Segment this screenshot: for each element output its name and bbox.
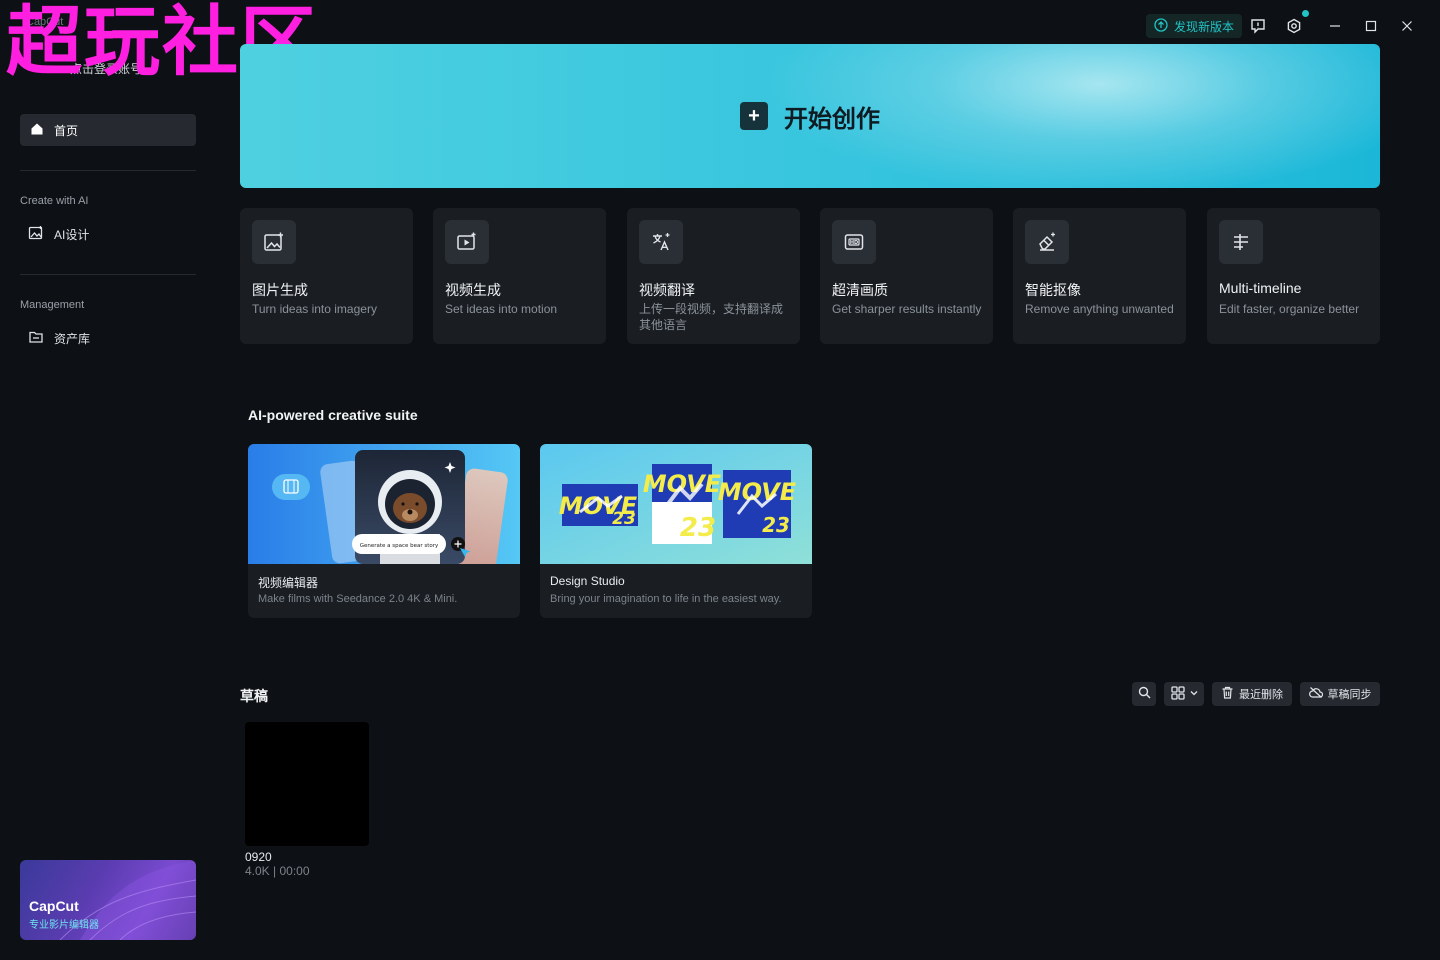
divider <box>20 170 196 171</box>
notification-dot <box>1302 10 1309 17</box>
sidebar-item-label: 首页 <box>54 123 79 138</box>
video-editor-thumbnail: Generate a space bear story <box>248 444 520 564</box>
divider <box>20 274 196 275</box>
poster-number: 23 <box>680 513 716 543</box>
suite-card-title: 视频编辑器 <box>258 576 319 590</box>
suite-card-video-editor[interactable]: Generate a space bear story 视频编辑器 Make f… <box>248 444 520 618</box>
recent-delete-label: 最近删除 <box>1239 689 1283 701</box>
poster-number: 23 <box>762 513 790 537</box>
draft-meta: 4.0K | 00:00 <box>245 864 310 878</box>
drafts-title: 草稿 <box>240 688 268 704</box>
draft-sync-label: 草稿同步 <box>1327 689 1372 701</box>
feature-subtitle: Get sharper results instantly <box>832 302 982 316</box>
feature-card-video-translate[interactable]: 视频翻译 上传一段视频，支持翻译成其他语言 <box>627 208 800 344</box>
promo-title: CapCut <box>29 898 79 914</box>
sidebar: 首页 Create with AI AI设计 Management 资产库 Ca… <box>0 52 216 960</box>
feature-subtitle: Edit faster, organize better <box>1219 302 1360 316</box>
view-toggle-button[interactable] <box>1164 682 1204 706</box>
feature-subtitle: 上传一段视频，支持翻译成其他语言 <box>639 302 784 332</box>
plus-icon: + <box>740 102 768 130</box>
image-ai-icon <box>252 220 296 264</box>
video-ai-icon <box>445 220 489 264</box>
feature-title: 视频生成 <box>445 282 501 298</box>
feature-subtitle: Set ideas into motion <box>445 302 558 316</box>
sidebar-item-ai-design[interactable]: AI设计 <box>20 219 196 249</box>
promo-subtitle: 专业影片编辑器 <box>29 920 99 931</box>
suite-card-title: Design Studio <box>550 574 625 588</box>
grid-icon <box>1170 685 1185 703</box>
suite-section-title: AI-powered creative suite <box>248 407 418 423</box>
feature-title: 视频翻译 <box>639 282 695 298</box>
feedback-icon[interactable] <box>1248 16 1268 36</box>
feature-card-video-gen[interactable]: 视频生成 Set ideas into motion <box>433 208 606 344</box>
promo-banner[interactable]: CapCut 专业影片编辑器 <box>20 860 196 940</box>
sidebar-item-label: AI设计 <box>54 227 90 242</box>
eraser-icon <box>1025 220 1069 264</box>
maximize-icon[interactable] <box>1361 16 1381 36</box>
design-studio-thumbnail: MOVE 23 MOVE 23 MOVE 23 <box>540 444 812 564</box>
sidebar-item-label: 资产库 <box>54 331 91 346</box>
poster-text: MOVE <box>643 470 722 498</box>
suite-card-design-studio[interactable]: MOVE 23 MOVE 23 MOVE 23 Design Studio Br… <box>540 444 812 618</box>
feature-subtitle: Remove anything unwanted <box>1025 302 1174 316</box>
start-creating-banner[interactable]: + 开始创作 <box>240 44 1380 188</box>
feature-title: 图片生成 <box>252 282 308 298</box>
chevron-down-icon <box>1190 688 1198 700</box>
feature-card-hd[interactable]: HD 超清画质 Get sharper results instantly <box>820 208 993 344</box>
draft-name: 0920 <box>245 850 272 864</box>
prompt-text: Generate a space bear story <box>360 543 439 549</box>
ai-image-icon <box>28 225 44 244</box>
section-label-ai: Create with AI <box>20 195 89 207</box>
poster-number: 23 <box>612 509 636 529</box>
feature-card-multi-timeline[interactable]: Multi-timeline Edit faster, organize bet… <box>1207 208 1380 344</box>
svg-text:HD: HD <box>850 240 858 246</box>
draft-sync-button[interactable]: 草稿同步 <box>1300 682 1380 706</box>
home-icon <box>30 122 44 139</box>
feature-card-image-gen[interactable]: 图片生成 Turn ideas into imagery <box>240 208 413 344</box>
feature-title: 智能抠像 <box>1025 282 1081 298</box>
trash-icon <box>1221 686 1234 702</box>
close-icon[interactable] <box>1397 16 1417 36</box>
cloud-off-icon <box>1308 686 1323 702</box>
suite-card-subtitle: Bring your imagination to life in the ea… <box>550 593 782 605</box>
suite-card-subtitle: Make films with Seedance 2.0 4K & Mini. <box>258 593 458 605</box>
draft-thumbnail[interactable] <box>245 722 369 846</box>
recent-delete-button[interactable]: 最近删除 <box>1212 682 1292 706</box>
feature-title: Multi-timeline <box>1219 280 1302 296</box>
search-button[interactable] <box>1132 682 1156 706</box>
minimize-icon[interactable] <box>1325 16 1345 36</box>
feature-title: 超清画质 <box>832 282 888 298</box>
sidebar-item-assets[interactable]: 资产库 <box>20 323 196 353</box>
hd-icon: HD <box>832 220 876 264</box>
timeline-icon <box>1219 220 1263 264</box>
upload-circle-icon <box>1154 17 1168 35</box>
feature-subtitle: Turn ideas into imagery <box>252 302 377 316</box>
folder-icon <box>28 329 44 348</box>
app-brand: CapCut <box>26 16 64 28</box>
search-icon <box>1138 686 1151 702</box>
translate-icon <box>639 220 683 264</box>
hero-title: 开始创作 <box>784 105 880 133</box>
section-label-management: Management <box>20 299 85 311</box>
update-label: 发现新版本 <box>1174 19 1235 34</box>
settings-icon[interactable] <box>1284 16 1304 36</box>
update-button[interactable]: 发现新版本 <box>1146 14 1243 38</box>
sidebar-item-home[interactable]: 首页 <box>20 114 196 146</box>
feature-card-cutout[interactable]: 智能抠像 Remove anything unwanted <box>1013 208 1186 344</box>
